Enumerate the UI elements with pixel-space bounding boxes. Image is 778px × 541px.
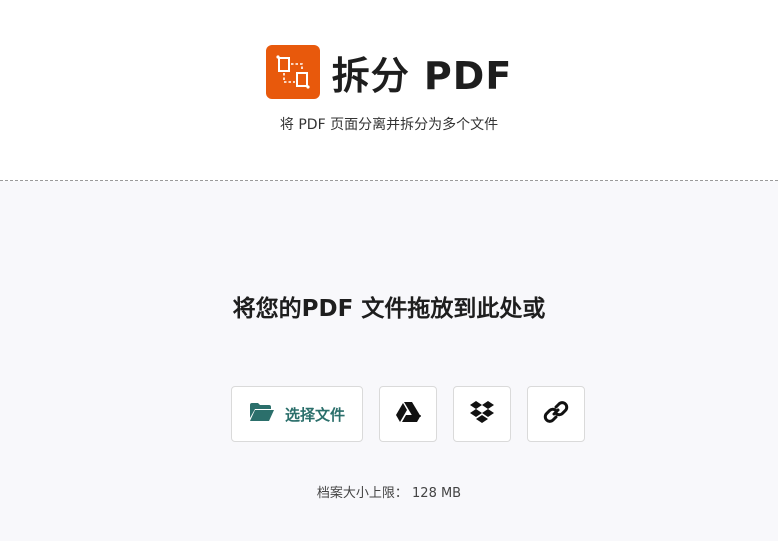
choose-file-button[interactable]: 选择文件 bbox=[231, 386, 363, 442]
title-row: 拆分 PDF bbox=[0, 44, 778, 100]
google-drive-button[interactable] bbox=[379, 386, 437, 442]
page-title: 拆分 PDF bbox=[331, 53, 513, 98]
file-size-limit: 档案大小上限： 128 MB bbox=[316, 486, 462, 501]
dropbox-button[interactable] bbox=[453, 386, 511, 442]
choose-file-label: 选择文件 bbox=[284, 405, 345, 424]
folder-open-icon bbox=[249, 402, 275, 426]
split-pages-icon bbox=[265, 45, 320, 99]
url-button[interactable] bbox=[527, 386, 585, 442]
upload-button-row: 选择文件 bbox=[0, 386, 778, 444]
page-header: 拆分 PDF 将 PDF 页面分离并拆分为多个文件 bbox=[0, 0, 778, 180]
dropbox-icon bbox=[469, 400, 495, 428]
drop-zone-heading: 将您的PDF 文件拖放到此处或 bbox=[232, 296, 546, 322]
file-drop-zone[interactable]: 将您的PDF 文件拖放到此处或 选择文件 档案大小上限： 128 MB bbox=[0, 181, 778, 541]
link-icon bbox=[543, 399, 569, 429]
google-drive-icon bbox=[395, 401, 421, 427]
page-subtitle: 将 PDF 页面分离并拆分为多个文件 bbox=[279, 117, 499, 133]
